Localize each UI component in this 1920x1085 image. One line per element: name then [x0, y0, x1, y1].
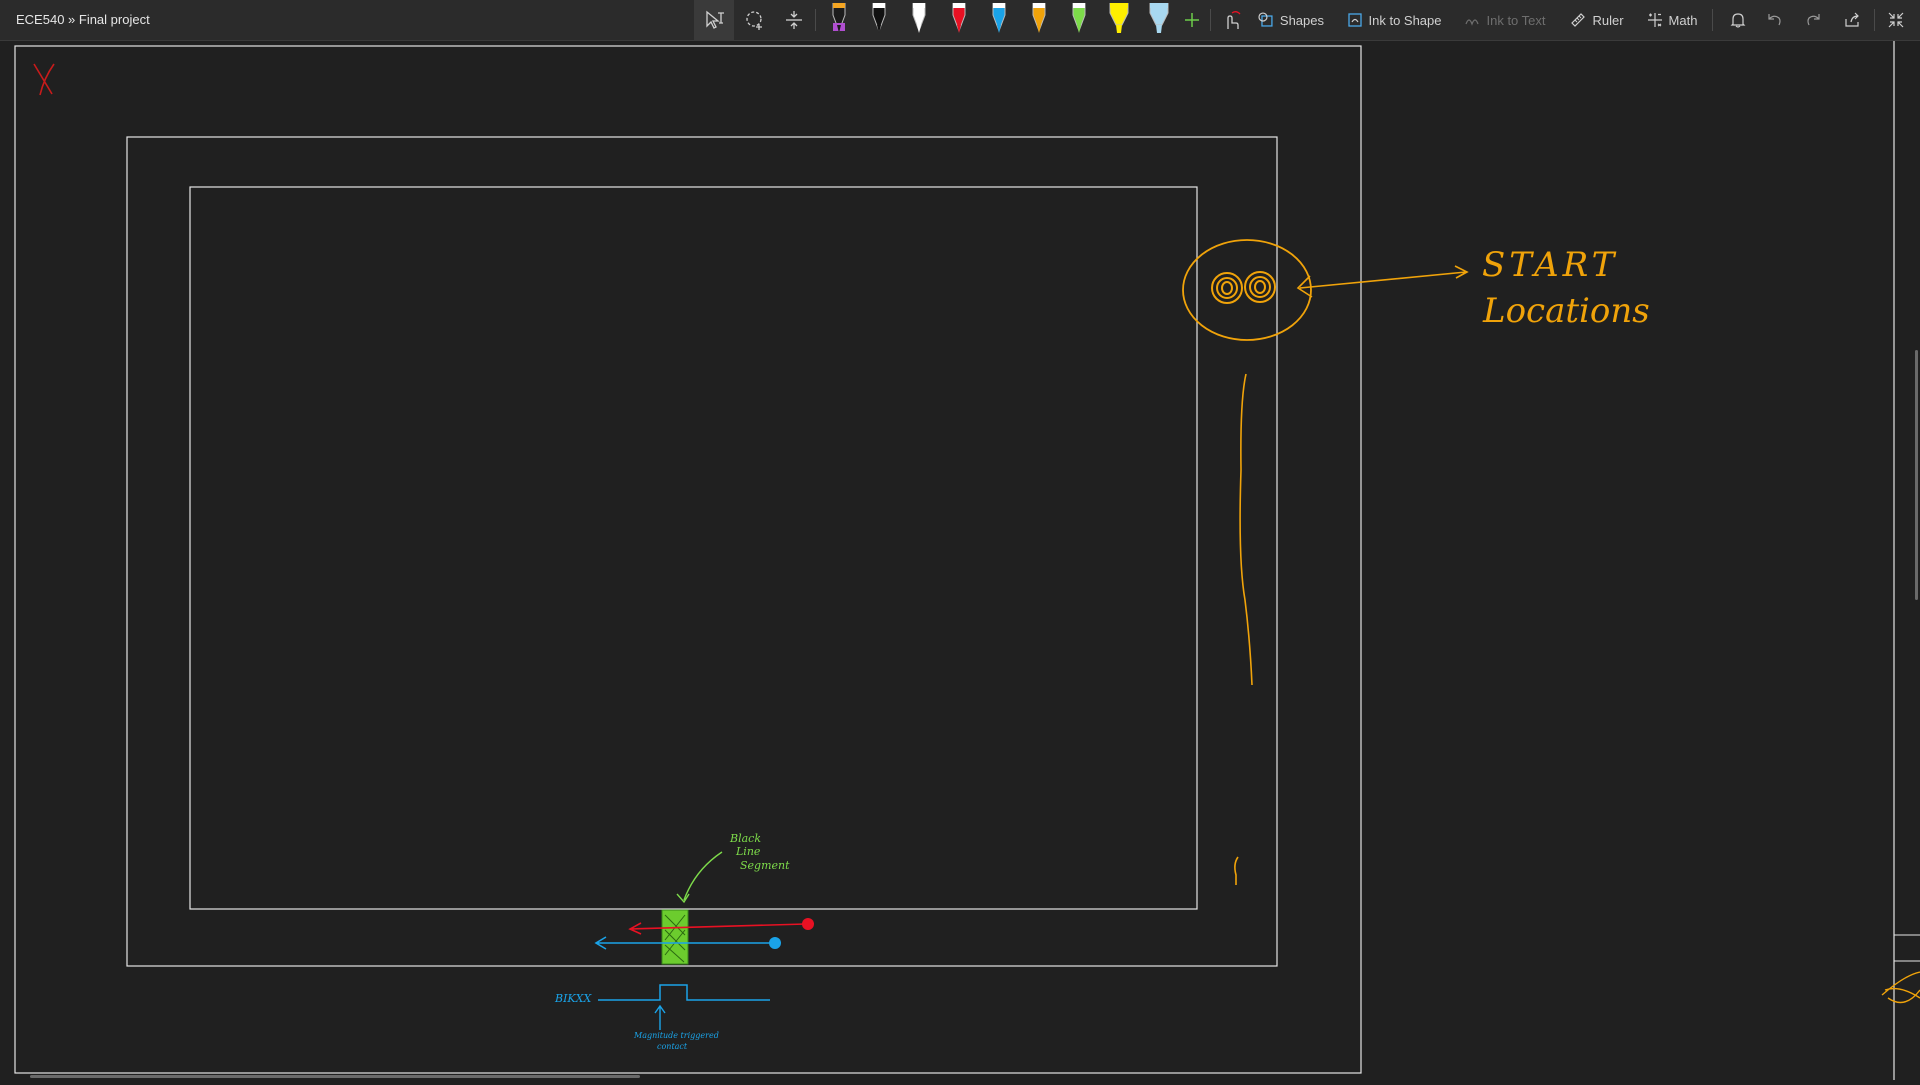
- red-arrow: [628, 922, 807, 935]
- pulse-note-line2: contact: [657, 1042, 688, 1051]
- share-icon: [1845, 12, 1859, 27]
- type-select-tool[interactable]: [694, 0, 734, 40]
- ink-to-shape-icon: [1347, 13, 1362, 27]
- pen-black-purple[interactable]: [820, 0, 858, 40]
- pulse-waveform: [598, 984, 770, 1001]
- undo-button[interactable]: [1756, 0, 1792, 40]
- pulse-note-line1: Magnitude triggered: [634, 1031, 719, 1040]
- red-dot: [802, 918, 814, 930]
- highlighter-icon: [1149, 3, 1169, 33]
- orange-path-line: [1239, 373, 1253, 686]
- highlighter-lightblue[interactable]: [1140, 0, 1178, 40]
- pen-icon: [872, 3, 886, 33]
- ruler-label: Ruler: [1592, 12, 1624, 28]
- horizontal-scrollbar[interactable]: [30, 1075, 640, 1078]
- pen-black[interactable]: [860, 0, 898, 40]
- segment-label-line3: Segment: [740, 859, 790, 872]
- plus-icon: [1185, 13, 1199, 27]
- highlighter-yellow[interactable]: [1100, 0, 1138, 40]
- ink-to-shape-button[interactable]: Ink to Shape: [1344, 0, 1444, 40]
- math-icon: [1647, 13, 1662, 27]
- insert-space-icon: [786, 11, 802, 29]
- blk-label: BIKXX: [555, 992, 592, 1005]
- segment-label-line1: Black: [730, 832, 761, 845]
- ink-to-shape-label: Ink to Shape: [1368, 12, 1442, 28]
- shapes-button[interactable]: Shapes: [1258, 0, 1324, 40]
- pen-icon: [992, 3, 1006, 33]
- inner-frame: [189, 186, 1198, 910]
- ink-to-text-icon: [1465, 19, 1480, 26]
- breadcrumb[interactable]: ECE540 » Final project: [16, 12, 150, 27]
- segment-label-line2: Line: [736, 845, 761, 858]
- redo-icon: [1807, 14, 1820, 26]
- add-space-tool[interactable]: [774, 0, 814, 40]
- math-button[interactable]: Math: [1642, 0, 1702, 40]
- pen-icon: [952, 3, 966, 33]
- pen-orange[interactable]: [1020, 0, 1058, 40]
- math-label: Math: [1668, 12, 1698, 28]
- notifications-button[interactable]: [1720, 0, 1756, 40]
- pen-icon: [912, 3, 926, 33]
- scribble-mark: [1881, 971, 1920, 1004]
- ink-to-text-button[interactable]: Ink to Text: [1462, 0, 1548, 40]
- start-circle: [1182, 239, 1312, 341]
- black-line-segment: [661, 909, 689, 965]
- pen-icon: [1072, 3, 1086, 33]
- next-page-frame: [1894, 934, 1920, 962]
- start-blobs: [1211, 271, 1276, 304]
- shapes-icon: [1258, 12, 1273, 27]
- segment-arrow: [676, 851, 723, 904]
- pulse-arrow: [654, 1004, 666, 1030]
- redo-button[interactable]: [1796, 0, 1832, 40]
- undo-icon: [1768, 14, 1781, 26]
- pen-icon: [832, 3, 846, 33]
- pen-green[interactable]: [1060, 0, 1098, 40]
- middle-frame: [126, 136, 1278, 967]
- highlighter-icon: [1109, 3, 1129, 33]
- start-label-line1: START: [1482, 245, 1619, 285]
- orange-tick: [1234, 856, 1239, 885]
- ruler-icon: [1571, 13, 1586, 27]
- note-canvas[interactable]: START Locations Black Line Segment BIKXX…: [0, 41, 1920, 1080]
- ribbon-toolbar: ECE540 » Final project Shapes Ink to Sha…: [0, 0, 1920, 41]
- collapse-button[interactable]: [1878, 0, 1914, 40]
- pen-red[interactable]: [940, 0, 978, 40]
- shapes-label: Shapes: [1279, 12, 1324, 28]
- bell-icon: [1730, 13, 1746, 28]
- share-button[interactable]: [1834, 0, 1870, 40]
- ruler-button[interactable]: Ruler: [1568, 0, 1626, 40]
- add-pen-button[interactable]: [1178, 0, 1206, 40]
- toolbar-separator: [1874, 9, 1875, 31]
- pen-white[interactable]: [900, 0, 938, 40]
- ink-drawing: [14, 41, 1920, 1080]
- blue-dot: [769, 937, 781, 949]
- cursor-text-icon: [706, 10, 724, 29]
- pen-blue[interactable]: [980, 0, 1018, 40]
- pen-icon: [1032, 3, 1046, 33]
- lasso-icon: [746, 11, 762, 30]
- ink-to-text-label: Ink to Text: [1486, 12, 1546, 28]
- toolbar-separator: [815, 9, 816, 31]
- touch-writing-icon: [1227, 11, 1241, 29]
- start-label-line2: Locations: [1483, 291, 1650, 331]
- start-arrow: [1296, 265, 1469, 298]
- toolbar-separator: [1210, 9, 1211, 31]
- red-x-mark: [33, 63, 55, 96]
- touch-draw-button[interactable]: [1216, 0, 1246, 40]
- collapse-icon: [1888, 12, 1904, 28]
- toolbar-separator: [1712, 9, 1713, 31]
- lasso-select-tool[interactable]: [734, 0, 774, 40]
- vertical-scrollbar[interactable]: [1915, 350, 1918, 600]
